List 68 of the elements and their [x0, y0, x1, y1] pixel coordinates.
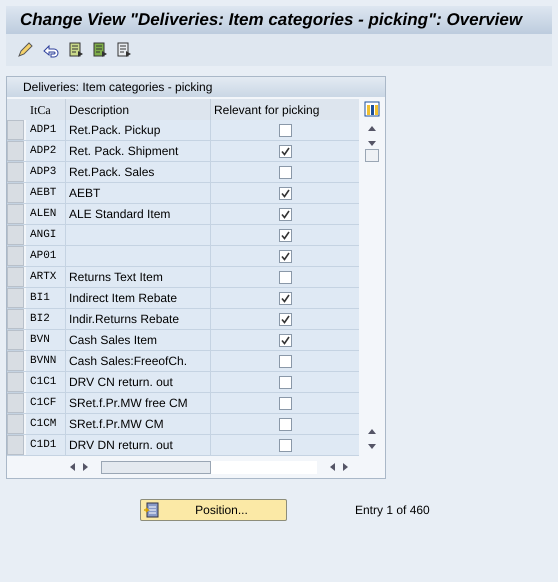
table-cell: ADP2 — [26, 141, 66, 161]
checkbox[interactable] — [278, 124, 292, 136]
undo-icon[interactable] — [42, 42, 60, 58]
scroll-right-icon[interactable] — [82, 463, 89, 471]
table-cell: Cash Sales:FreeofCh. — [66, 351, 211, 371]
document-icon[interactable] — [92, 42, 108, 58]
table-cell: Indirect Item Rebate — [66, 288, 211, 308]
column-settings-icon[interactable] — [364, 101, 380, 117]
table-cell: AEBT — [66, 183, 211, 203]
table-cell: ANGI — [26, 225, 66, 245]
table-cell: BI2 — [26, 309, 66, 329]
column-header[interactable]: Relevant for picking — [211, 99, 359, 120]
table-cell: Ret.Pack. Pickup — [66, 120, 211, 140]
table-cell: C1C1 — [26, 372, 66, 392]
table-cell: DRV CN return. out — [66, 372, 211, 392]
checkbox[interactable] — [278, 228, 292, 242]
position-icon — [143, 502, 159, 518]
horizontal-scrollbar[interactable] — [101, 460, 317, 474]
table-cell: Indir.Returns Rebate — [66, 309, 211, 329]
pencil-icon[interactable] — [16, 42, 34, 58]
table-cell: Ret. Pack. Shipment — [66, 141, 211, 161]
checkbox[interactable] — [278, 396, 292, 410]
checkbox[interactable] — [278, 376, 292, 388]
checkbox[interactable] — [278, 144, 292, 158]
table-cell: ALE Standard Item — [66, 204, 211, 224]
position-button[interactable]: Position... — [140, 499, 287, 521]
checkbox[interactable] — [278, 270, 292, 284]
document-icon[interactable] — [68, 42, 84, 58]
table-cell: DRV DN return. out — [66, 435, 211, 455]
checkbox[interactable] — [278, 438, 292, 452]
checkbox[interactable] — [278, 166, 292, 178]
document-icon[interactable] — [116, 42, 132, 58]
table-cell: AEBT — [26, 183, 66, 203]
checkbox[interactable] — [278, 250, 292, 262]
table-cell: BI1 — [26, 288, 66, 308]
scroll-left-icon[interactable] — [329, 463, 336, 471]
checkbox[interactable] — [278, 334, 292, 346]
table-cell: BVNN — [26, 351, 66, 371]
table-cell: BVN — [26, 330, 66, 350]
table-cell: C1CF — [26, 393, 66, 413]
scroll-down-icon[interactable] — [368, 140, 376, 147]
checkbox[interactable] — [278, 186, 292, 200]
scroll-down-icon[interactable] — [368, 443, 376, 450]
table-cell: ADP3 — [26, 162, 66, 182]
table-title: Deliveries: Item categories - picking — [7, 77, 385, 97]
entry-info: Entry 1 of 460 — [355, 502, 430, 519]
scroll-left-icon[interactable] — [69, 463, 76, 471]
scroll-up-icon[interactable] — [368, 428, 376, 435]
checkbox[interactable] — [278, 418, 292, 430]
table-cell: Cash Sales Item — [66, 330, 211, 350]
table-cell: SRet.f.Pr.MW free CM — [66, 393, 211, 413]
checkbox[interactable] — [278, 312, 292, 326]
table-cell: AP01 — [26, 246, 66, 266]
checkbox[interactable] — [278, 354, 292, 368]
table-cell: ADP1 — [26, 120, 66, 140]
checkbox[interactable] — [278, 292, 292, 304]
table-cell: ARTX — [26, 267, 66, 287]
table-cell: SRet.f.Pr.MW CM — [66, 414, 211, 434]
table-cell: ALEN — [26, 204, 66, 224]
scrollbar-thumb[interactable] — [365, 149, 379, 162]
checkbox[interactable] — [278, 208, 292, 220]
scroll-up-icon[interactable] — [368, 125, 376, 132]
window-title: Change View "Deliveries: Item categories - picking": Overview — [20, 9, 522, 32]
table-cell: Returns Text Item — [66, 267, 211, 287]
table-cell: C1D1 — [26, 435, 66, 455]
scroll-right-icon[interactable] — [342, 463, 349, 471]
table-cell: C1CM — [26, 414, 66, 434]
table-cell: Ret.Pack. Sales — [66, 162, 211, 182]
